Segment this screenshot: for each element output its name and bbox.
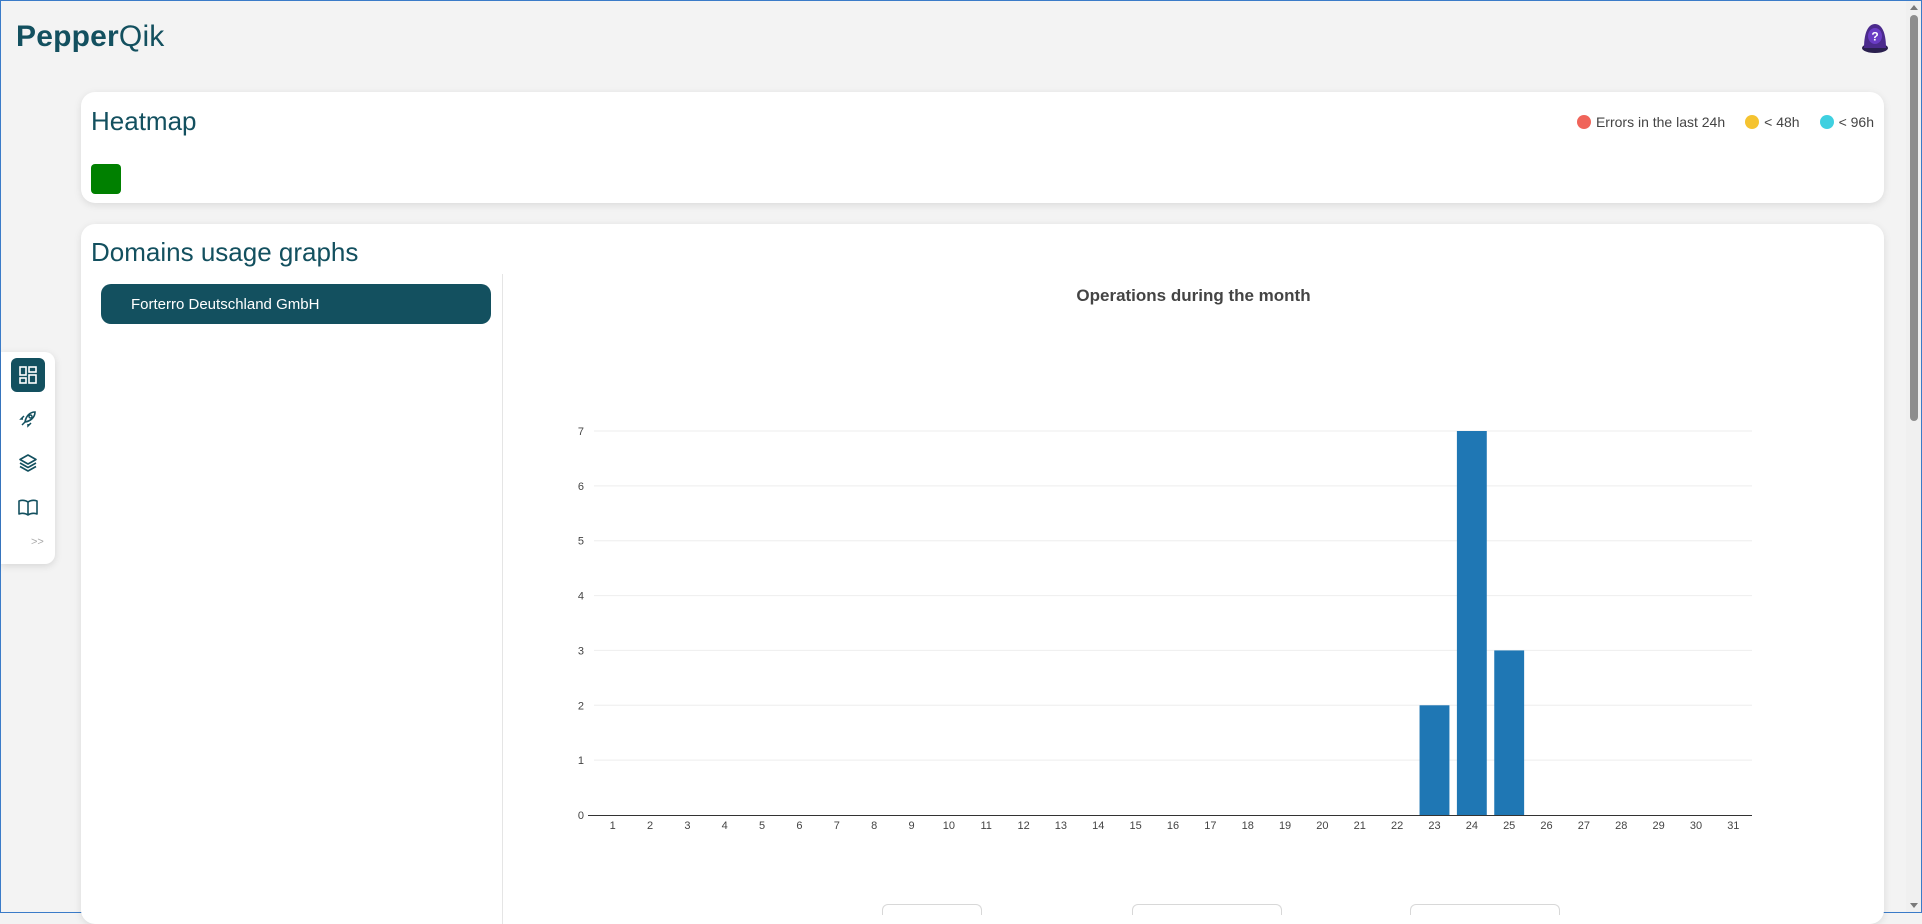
x-tick-label: 25 — [1503, 820, 1515, 832]
x-tick-label: 26 — [1540, 820, 1552, 832]
rocket-icon — [19, 411, 36, 428]
svg-text:?: ? — [1871, 30, 1878, 44]
dashboard-icon — [19, 366, 37, 384]
x-tick-label: 24 — [1466, 820, 1478, 832]
expand-nav-button[interactable]: >> — [31, 536, 44, 548]
x-tick-label: 27 — [1578, 820, 1590, 832]
x-tick-label: 6 — [796, 820, 802, 832]
scroll-down-icon[interactable] — [1910, 903, 1918, 908]
y-tick-label: 6 — [578, 481, 584, 493]
bar[interactable] — [1419, 705, 1450, 815]
legend-label: < 96h — [1838, 114, 1874, 130]
page-scrollbar[interactable] — [1906, 1, 1921, 912]
bar[interactable] — [1456, 431, 1487, 815]
x-tick-label: 30 — [1690, 820, 1702, 832]
x-tick-label: 11 — [981, 820, 992, 832]
legend-item-48h: < 48h — [1745, 114, 1800, 130]
layers-icon — [19, 454, 37, 472]
x-tick-label: 14 — [1092, 820, 1104, 832]
x-tick-label: 10 — [943, 820, 955, 832]
chart-control[interactable] — [1410, 904, 1560, 915]
nav-docs[interactable] — [11, 490, 45, 524]
x-tick-label: 9 — [908, 820, 914, 832]
x-tick-label: 12 — [1017, 820, 1029, 832]
chart-control[interactable] — [882, 904, 982, 915]
scrollbar-thumb[interactable] — [1910, 15, 1918, 421]
x-tick-label: 18 — [1242, 820, 1254, 832]
y-tick-label: 1 — [578, 755, 584, 767]
legend-label: < 48h — [1764, 114, 1800, 130]
y-tick-label: 2 — [578, 700, 584, 712]
x-tick-label: 2 — [647, 820, 653, 832]
user-avatar-icon[interactable]: ? — [1860, 21, 1890, 53]
x-tick-label: 1 — [610, 820, 616, 832]
app-logo[interactable]: PepperQik — [16, 20, 165, 54]
legend-label: Errors in the last 24h — [1595, 114, 1726, 130]
legend-item-24h: Errors in the last 24h — [1576, 114, 1726, 130]
x-tick-label: 16 — [1167, 820, 1179, 832]
y-tick-label: 7 — [578, 426, 584, 438]
domains-usage-card: Domains usage graphs Forterro Deutschlan… — [81, 224, 1884, 924]
x-tick-label: 29 — [1652, 820, 1664, 832]
nav-deploy[interactable] — [11, 402, 45, 436]
operations-chart: 012345671 2 3 4 5 6 7 8 9 10 11 12 13 14 15 16 17 18 19 20 2… — [578, 426, 1752, 832]
nav-layers[interactable] — [11, 446, 45, 480]
heatmap-cell[interactable] — [91, 164, 121, 194]
cyan-dot-icon — [1819, 115, 1834, 129]
x-tick-label: 31 — [1727, 820, 1739, 832]
nav-dashboard[interactable] — [11, 358, 45, 392]
yellow-dot-icon — [1745, 115, 1760, 129]
x-tick-label: 5 — [759, 820, 765, 832]
red-dot-icon — [1576, 115, 1591, 129]
x-tick-label: 15 — [1130, 820, 1142, 832]
x-tick-label: 8 — [871, 820, 877, 832]
scroll-up-icon[interactable] — [1910, 5, 1918, 10]
x-tick-label: 23 — [1428, 820, 1440, 832]
y-tick-label: 4 — [578, 591, 584, 603]
book-icon — [18, 499, 38, 516]
x-tick-label: 17 — [1204, 820, 1216, 832]
x-tick-label: 19 — [1279, 820, 1291, 832]
x-tick-label: 22 — [1391, 820, 1403, 832]
bar[interactable] — [1494, 650, 1525, 815]
heatmap-title: Heatmap — [91, 106, 197, 136]
y-tick-label: 0 — [578, 810, 584, 822]
x-tick-label: 20 — [1316, 820, 1328, 832]
y-tick-label: 5 — [578, 536, 584, 548]
heatmap-card: Heatmap Errors in the last 24h < 48h < 9… — [81, 92, 1884, 203]
x-tick-label: 21 — [1354, 820, 1366, 832]
x-tick-label: 3 — [684, 820, 690, 832]
x-tick-label: 13 — [1055, 820, 1067, 832]
legend-item-96h: < 96h — [1819, 114, 1874, 130]
x-tick-label: 28 — [1615, 820, 1627, 832]
heatmap-legend: Errors in the last 24h < 48h < 96h — [1576, 114, 1874, 130]
side-nav: >> — [1, 352, 55, 564]
y-tick-label: 3 — [578, 645, 584, 657]
x-tick-label: 4 — [722, 820, 728, 832]
chart-control[interactable] — [1132, 904, 1282, 915]
x-tick-label: 7 — [834, 820, 840, 832]
